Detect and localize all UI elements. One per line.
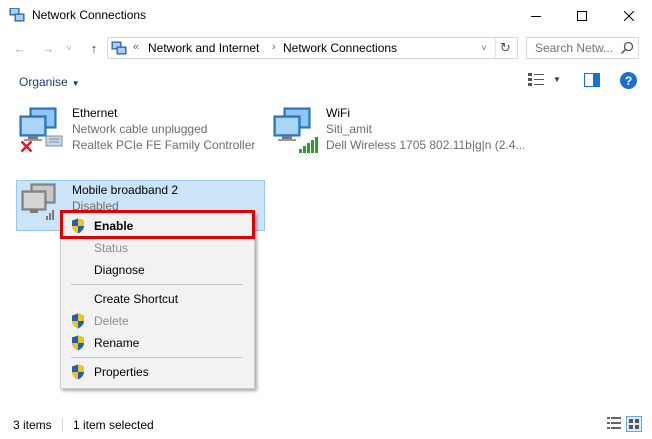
search-box[interactable] (526, 37, 639, 59)
arrow-up-icon: ↑ (90, 40, 98, 56)
menu-item-label: Create Shortcut (94, 292, 179, 306)
breadcrumb-network-and-internet[interactable]: Network and Internet (148, 41, 259, 55)
connection-status: Network cable unplugged (72, 122, 208, 136)
enable-highlight-box (60, 210, 255, 239)
connection-name: Mobile broadband 2 (72, 183, 179, 197)
connection-device: Dell Wireless 1705 802.11b|g|n (2.4... (326, 138, 526, 152)
search-input[interactable] (527, 38, 621, 58)
menu-item-label: Properties (94, 365, 149, 379)
details-view-icon[interactable] (607, 416, 621, 430)
view-options-dropdown[interactable]: ▼ (553, 75, 561, 84)
close-button[interactable] (606, 0, 652, 31)
control-panel-icon (111, 41, 127, 55)
connection-name: Ethernet (72, 106, 118, 120)
item-count: 3 items (13, 418, 52, 432)
overflow-chevron-icon[interactable]: « (133, 41, 139, 53)
menu-item-status[interactable]: Status (61, 237, 254, 259)
disconnected-x-icon (20, 140, 33, 153)
uac-shield-icon (72, 313, 84, 329)
uac-shield-icon (72, 335, 84, 351)
close-icon (624, 10, 634, 21)
recent-locations-button[interactable]: ˅ (63, 38, 75, 58)
arrow-right-icon: → (41, 40, 55, 56)
menu-separator (71, 284, 243, 285)
window-title: Network Connections (32, 8, 147, 22)
arrow-left-icon: ← (13, 40, 27, 56)
organise-label: Organise (19, 75, 68, 89)
preview-pane-icon[interactable] (584, 72, 600, 88)
menu-item-create-shortcut[interactable]: Create Shortcut (61, 288, 254, 310)
connection-name: WiFi (326, 106, 350, 120)
minimize-icon (531, 15, 541, 17)
tiles-view-icon[interactable] (626, 416, 642, 432)
connection-device: Realtek PCIe FE Family Controller (72, 138, 256, 152)
selection-count: 1 item selected (73, 418, 154, 432)
forward-button[interactable]: → (38, 38, 58, 58)
title-bar: Network Connections (0, 0, 652, 31)
connection-ethernet[interactable]: Ethernet Network cable unplugged Realtek… (16, 106, 256, 160)
menu-item-label: Diagnose (94, 263, 145, 277)
status-bar: 3 items 1 item selected (0, 412, 652, 439)
menu-item-label: Rename (94, 336, 140, 350)
help-icon[interactable]: ? (620, 72, 637, 89)
menu-item-delete[interactable]: Delete (61, 310, 254, 332)
menu-item-rename[interactable]: Rename (61, 332, 254, 354)
back-button[interactable]: ← (10, 38, 30, 58)
organise-caret-icon: ▼ (71, 79, 80, 88)
menu-item-label: Status (94, 241, 129, 255)
breadcrumb-separator-icon[interactable]: › (272, 41, 276, 53)
maximize-button[interactable] (559, 0, 605, 31)
address-bar[interactable]: « Network and Internet › Network Connect… (107, 37, 518, 59)
menu-item-diagnose[interactable]: Diagnose (61, 259, 254, 281)
breadcrumb-network-connections[interactable]: Network Connections (283, 41, 397, 55)
menu-item-label: Delete (94, 314, 129, 328)
status-divider (62, 418, 63, 432)
chevron-down-icon: ˅ (66, 43, 72, 53)
organise-button[interactable]: Organise ▼ (19, 75, 80, 89)
up-button[interactable]: ↑ (84, 38, 104, 58)
menu-item-properties[interactable]: Properties (61, 361, 254, 383)
uac-shield-icon (72, 364, 84, 380)
menu-separator (71, 357, 243, 358)
maximize-icon (577, 10, 587, 21)
search-icon (620, 41, 634, 55)
tiles-grid-icon (629, 419, 639, 429)
change-view-icon[interactable] (528, 73, 544, 87)
signal-strength-icon (299, 137, 318, 153)
connection-wifi[interactable]: WiFi Siti_amit Dell Wireless 1705 802.11… (270, 106, 540, 160)
refresh-button[interactable]: ↻ (495, 38, 515, 58)
address-dropdown-button[interactable]: ˅ (475, 38, 493, 58)
minimize-button[interactable] (513, 0, 559, 31)
connection-status: Siti_amit (326, 122, 373, 136)
network-connections-icon (9, 8, 25, 22)
